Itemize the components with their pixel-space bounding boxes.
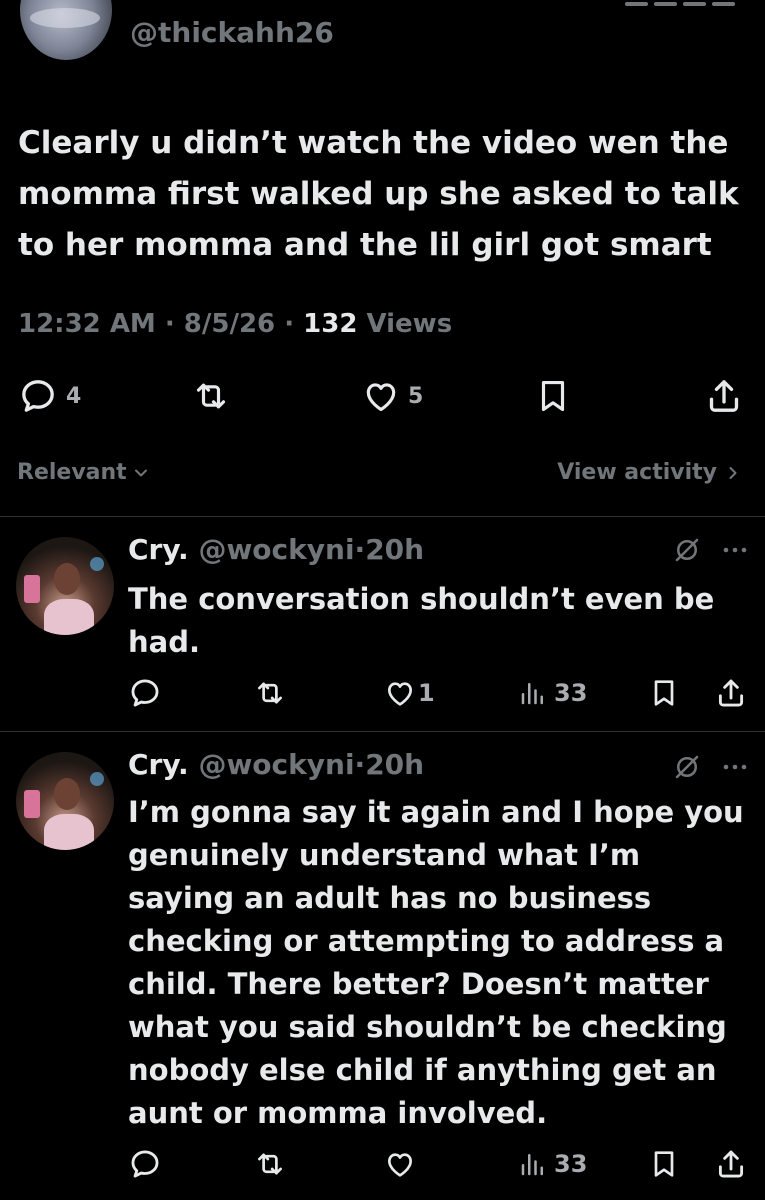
analytics-icon bbox=[521, 1154, 543, 1176]
chevron-down-icon bbox=[134, 469, 147, 476]
like-count: 1 bbox=[418, 679, 435, 707]
bookmark-icon bbox=[654, 1151, 674, 1177]
like-button[interactable]: 1 bbox=[384, 673, 435, 713]
reply-icon bbox=[22, 380, 54, 412]
more-options-icon[interactable] bbox=[720, 535, 750, 565]
tweet-date[interactable]: 8/5/26 bbox=[184, 309, 275, 339]
reply-header: Cry. @wockyni·20h bbox=[128, 533, 424, 566]
meta-separator: · bbox=[275, 309, 304, 339]
views-count[interactable]: 132 bbox=[303, 309, 357, 339]
reply-button[interactable] bbox=[128, 673, 162, 713]
repost-button[interactable] bbox=[190, 372, 232, 420]
bookmark-button[interactable] bbox=[534, 372, 572, 420]
view-activity-label: View activity bbox=[557, 460, 717, 485]
repost-icon bbox=[196, 383, 226, 409]
reply-time[interactable]: 20h bbox=[365, 533, 424, 566]
meta-separator: · bbox=[155, 309, 184, 339]
views-button[interactable]: 33 bbox=[518, 673, 587, 713]
bookmark-button[interactable] bbox=[648, 1144, 680, 1184]
tweet-actions: 4 5 bbox=[0, 372, 765, 420]
grok-icon[interactable] bbox=[672, 752, 702, 782]
reply-avatar[interactable] bbox=[16, 537, 114, 635]
author-avatar[interactable] bbox=[20, 0, 112, 60]
share-icon bbox=[718, 679, 744, 707]
view-activity-link[interactable]: View activity bbox=[557, 460, 743, 485]
reply-count: 4 bbox=[66, 383, 82, 409]
repost-button[interactable] bbox=[252, 1144, 288, 1184]
reply-tweet[interactable]: Cry. @wockyni·20h I’m gonna say it again… bbox=[0, 732, 765, 1200]
heart-icon bbox=[366, 383, 396, 412]
share-button[interactable] bbox=[714, 1144, 748, 1184]
analytics-icon bbox=[521, 683, 543, 705]
reply-header: Cry. @wockyni·20h bbox=[128, 748, 424, 781]
heart-icon bbox=[388, 1153, 412, 1177]
share-icon bbox=[709, 380, 739, 412]
share-button[interactable] bbox=[704, 372, 744, 420]
views-button[interactable]: 33 bbox=[518, 1144, 587, 1184]
reply-author-name[interactable]: Cry. bbox=[128, 748, 189, 781]
reply-actions: 33 bbox=[0, 1144, 765, 1184]
repost-button[interactable] bbox=[252, 673, 288, 713]
bookmark-icon bbox=[654, 680, 674, 706]
bookmark-icon bbox=[541, 380, 565, 412]
reply-icon bbox=[131, 1150, 159, 1178]
tweet-meta: 12:32 AM · 8/5/26 · 132 Views bbox=[18, 309, 452, 339]
reply-author-handle[interactable]: @wockyni bbox=[198, 748, 354, 781]
reply-avatar[interactable] bbox=[16, 752, 114, 850]
views-count: 33 bbox=[554, 1150, 588, 1178]
reply-actions: 1 33 bbox=[0, 673, 765, 713]
repost-icon bbox=[258, 682, 282, 704]
author-handle[interactable]: @thickahh26 bbox=[130, 16, 334, 49]
grok-icon[interactable] bbox=[672, 535, 702, 565]
heart-icon bbox=[388, 682, 412, 706]
sort-relevant-dropdown[interactable]: Relevant bbox=[17, 460, 151, 485]
reply-button[interactable]: 4 bbox=[18, 372, 81, 420]
bookmark-button[interactable] bbox=[648, 673, 680, 713]
reply-button[interactable] bbox=[128, 1144, 162, 1184]
views-label: Views bbox=[357, 309, 453, 339]
share-button[interactable] bbox=[714, 673, 748, 713]
like-count: 5 bbox=[408, 383, 424, 409]
relevant-label: Relevant bbox=[17, 460, 127, 485]
chevron-right-icon bbox=[729, 466, 737, 479]
reply-icon bbox=[131, 679, 159, 707]
reply-author-handle[interactable]: @wockyni bbox=[198, 533, 354, 566]
share-icon bbox=[718, 1150, 744, 1178]
views-count: 33 bbox=[554, 679, 588, 707]
repost-icon bbox=[258, 1153, 282, 1175]
main-tweet: @thickahh26 Clearly u didn’t watch the v… bbox=[0, 0, 765, 516]
reply-tweet[interactable]: Cry. @wockyni·20h The conversation shoul… bbox=[0, 517, 765, 731]
top-right-cropped-text bbox=[625, 2, 735, 8]
like-button[interactable]: 5 bbox=[362, 372, 423, 420]
reply-time[interactable]: 20h bbox=[365, 748, 424, 781]
reply-separator: · bbox=[354, 533, 366, 566]
more-options-icon[interactable] bbox=[720, 752, 750, 782]
like-button[interactable] bbox=[384, 1144, 422, 1184]
reply-text: I’m gonna say it again and I hope you ge… bbox=[128, 795, 744, 1130]
reply-text: The conversation shouldn’t even be had. bbox=[128, 582, 715, 659]
reply-separator: · bbox=[354, 748, 366, 781]
tweet-time[interactable]: 12:32 AM bbox=[18, 309, 156, 339]
tweet-text: Clearly u didn’t watch the video wen the… bbox=[18, 125, 739, 263]
reply-author-name[interactable]: Cry. bbox=[128, 533, 189, 566]
